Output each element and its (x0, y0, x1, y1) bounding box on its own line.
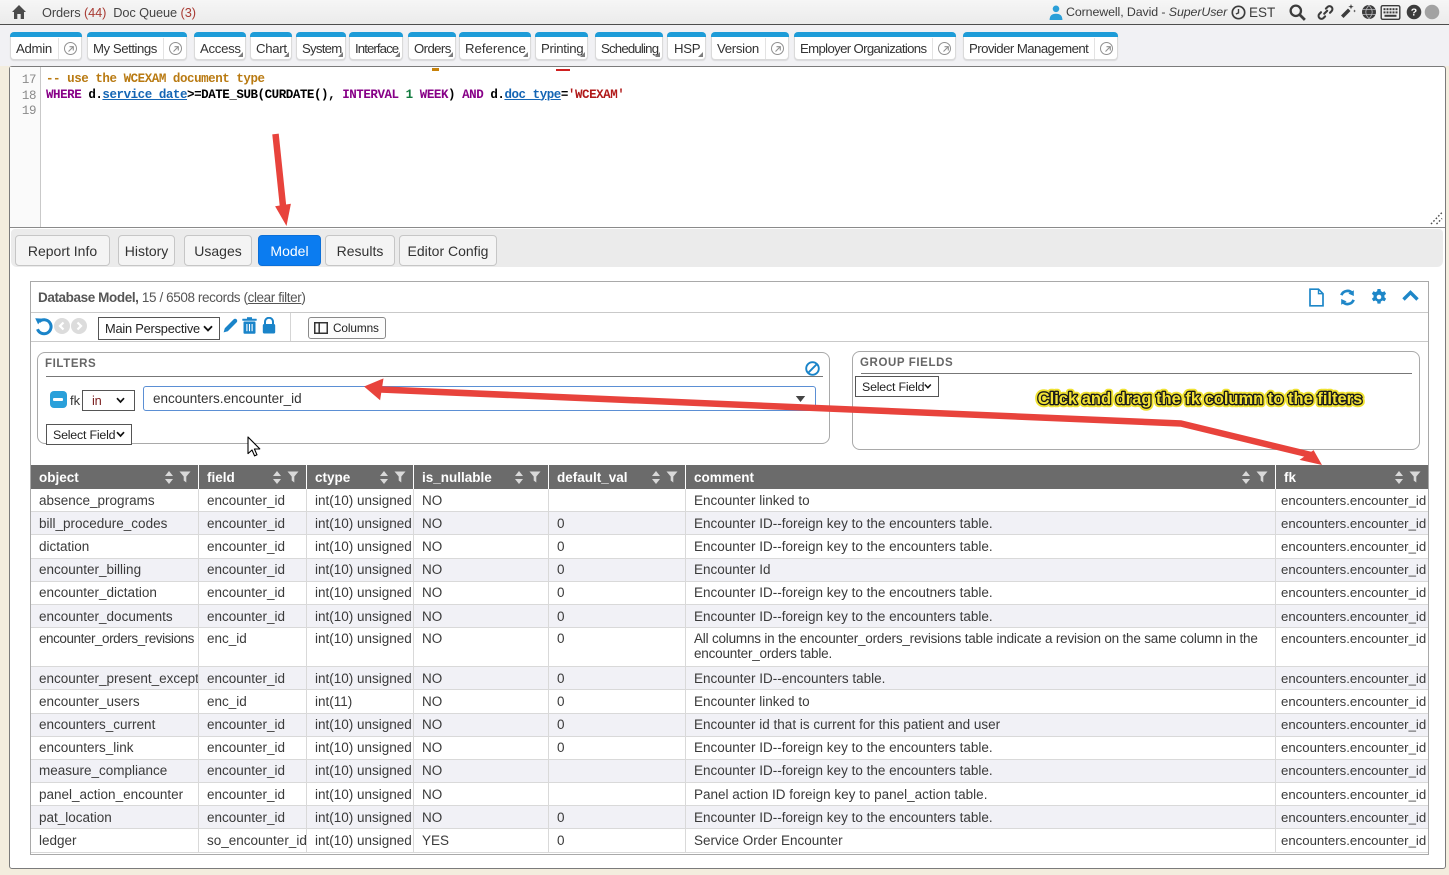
svg-text:?: ? (1411, 7, 1417, 19)
